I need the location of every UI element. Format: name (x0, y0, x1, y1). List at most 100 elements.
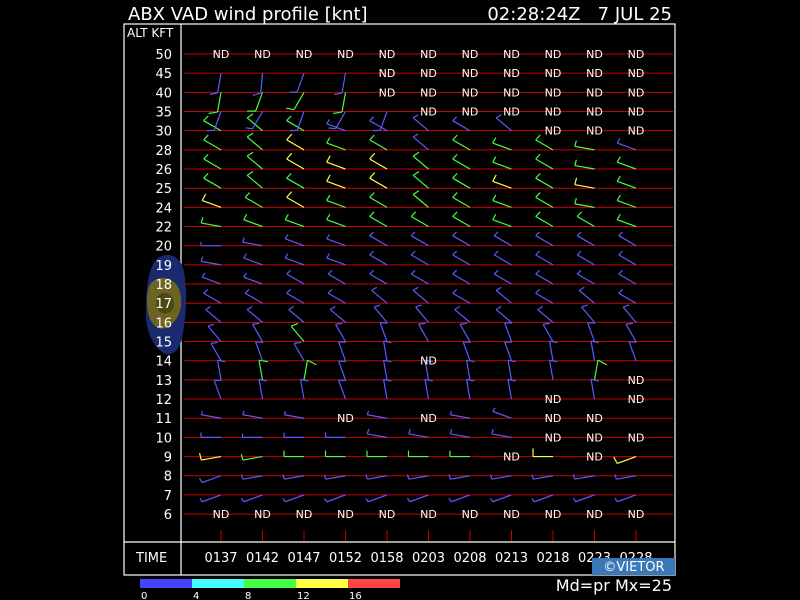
alt-label-45: 45 (155, 67, 172, 82)
nd-50-0137: ND (213, 48, 230, 61)
legend-swatch-1 (192, 579, 244, 588)
wind-profile-chart: ABX VAD wind profile [knt] 02:28:24Z 7 J… (0, 0, 800, 600)
nd-13-0228: ND (628, 374, 645, 387)
legend-tick-0: 0 (141, 591, 147, 600)
nd-6-0213: ND (503, 508, 520, 521)
alt-label-8: 8 (164, 470, 172, 485)
alt-label-30: 30 (155, 125, 172, 140)
nd-45-0208: ND (462, 67, 479, 80)
nd-40-0208: ND (462, 86, 479, 99)
alt-label-22: 22 (155, 221, 172, 236)
nd-40-0158: ND (379, 86, 396, 99)
nd-35-0203: ND (420, 106, 437, 119)
nd-11-0218: ND (545, 412, 562, 425)
legend-tick-8: 8 (245, 591, 251, 600)
alt-label-26: 26 (155, 163, 172, 178)
alt-label-7: 7 (164, 489, 172, 504)
alt-label-28: 28 (155, 144, 172, 159)
nd-30-0228: ND (628, 125, 645, 138)
legend-swatch-0 (140, 579, 192, 588)
nd-6-0142: ND (254, 508, 271, 521)
alt-label-15: 15 (155, 336, 172, 351)
nd-11-0152: ND (337, 412, 354, 425)
nd-6-0218: ND (545, 508, 562, 521)
nd-45-0158: ND (379, 67, 396, 80)
nd-11-0203: ND (420, 412, 437, 425)
nd-50-0203: ND (420, 48, 437, 61)
nd-50-0208: ND (462, 48, 479, 61)
nd-10-0218: ND (545, 431, 562, 444)
alt-label-18: 18 (155, 278, 172, 293)
time-label-0208: 0208 (453, 551, 486, 566)
nd-6-0203: ND (420, 508, 437, 521)
nd-12-0218: ND (545, 393, 562, 406)
nd-40-0213: ND (503, 86, 520, 99)
time-label-0213: 0213 (495, 551, 528, 566)
legend-swatch-2 (244, 579, 296, 588)
nd-6-0158: ND (379, 508, 396, 521)
nd-6-0223: ND (586, 508, 603, 521)
alt-label-10: 10 (155, 431, 172, 446)
nd-6-0228: ND (628, 508, 645, 521)
nd-40-0218: ND (545, 86, 562, 99)
alt-label-9: 9 (164, 451, 172, 466)
alt-label-40: 40 (155, 86, 172, 101)
alt-label-19: 19 (155, 259, 172, 274)
time-label-0142: 0142 (246, 551, 279, 566)
nd-45-0213: ND (503, 67, 520, 80)
nd-6-0137: ND (213, 508, 230, 521)
nd-35-0213: ND (503, 106, 520, 119)
nd-35-0228: ND (628, 106, 645, 119)
alt-label-6: 6 (164, 508, 172, 523)
alt-label-24: 24 (155, 201, 172, 216)
alt-label-14: 14 (155, 355, 172, 370)
altitude-axis-title: ALT KFT (127, 26, 174, 40)
header-timestamp: 02:28:24Z 7 JUL 25 (487, 4, 672, 25)
nd-50-0218: ND (545, 48, 562, 61)
alt-label-35: 35 (155, 106, 172, 121)
nd-6-0147: ND (296, 508, 313, 521)
time-tick-labels: 0137014201470152015802030208021302180223… (204, 551, 652, 566)
nd-35-0208: ND (462, 106, 479, 119)
mode-readout: Md=pr Mx=25 (556, 576, 672, 595)
nd-45-0203: ND (420, 67, 437, 80)
time-label-0158: 0158 (370, 551, 403, 566)
chart-title: ABX VAD wind profile [knt] (128, 4, 368, 25)
nd-9-0213: ND (503, 451, 520, 464)
nd-35-0218: ND (545, 106, 562, 119)
time-axis-title: TIME (135, 551, 167, 566)
legend-tick-12: 12 (297, 591, 310, 600)
legend-swatch-3 (296, 579, 348, 588)
background (0, 0, 800, 600)
nd-45-0218: ND (545, 67, 562, 80)
alt-label-11: 11 (155, 412, 172, 427)
alt-label-17: 17 (155, 297, 172, 312)
nd-6-0152: ND (337, 508, 354, 521)
legend-swatch-4 (348, 579, 400, 588)
nd-30-0223: ND (586, 125, 603, 138)
nd-45-0228: ND (628, 67, 645, 80)
time-label-0203: 0203 (412, 551, 445, 566)
nd-50-0223: ND (586, 48, 603, 61)
nd-50-0152: ND (337, 48, 354, 61)
nd-11-0223: ND (586, 412, 603, 425)
alt-label-20: 20 (155, 240, 172, 255)
time-label-0152: 0152 (329, 551, 362, 566)
nd-40-0228: ND (628, 86, 645, 99)
time-label-0147: 0147 (287, 551, 320, 566)
nd-50-0142: ND (254, 48, 271, 61)
time-label-0137: 0137 (204, 551, 237, 566)
alt-label-25: 25 (155, 182, 172, 197)
alt-label-12: 12 (155, 393, 172, 408)
time-label-0218: 0218 (536, 551, 569, 566)
nd-9-0223: ND (586, 451, 603, 464)
nd-40-0203: ND (420, 86, 437, 99)
nd-10-0228: ND (628, 431, 645, 444)
nd-10-0223: ND (586, 431, 603, 444)
nd-12-0228: ND (628, 393, 645, 406)
nd-50-0158: ND (379, 48, 396, 61)
legend-tick-16: 16 (349, 591, 362, 600)
credit-text: ©VIETOR (603, 560, 664, 575)
alt-label-16: 16 (155, 316, 172, 331)
nd-6-0208: ND (462, 508, 479, 521)
